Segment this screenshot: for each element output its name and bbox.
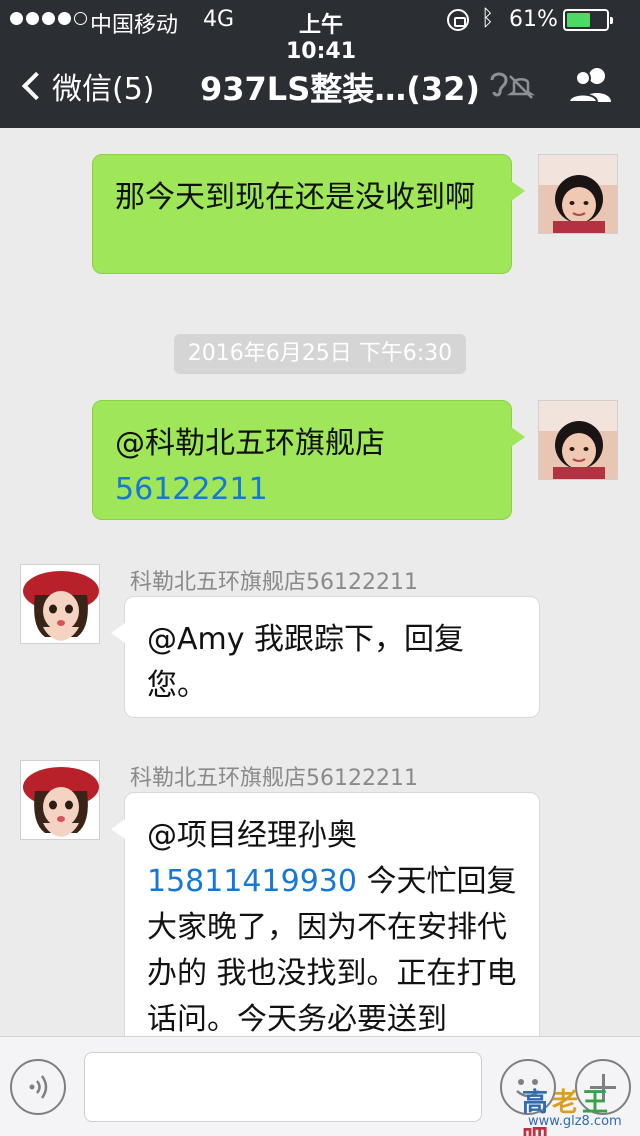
message-text: @项目经理孙奥 <box>147 818 357 853</box>
bluetooth-icon: ᛒ <box>481 6 495 31</box>
lock-rotation-icon <box>447 9 469 31</box>
message-bubble-outgoing[interactable]: @科勒北五环旗舰店 56122211 <box>92 400 525 520</box>
watermark-url: www.glz8.com <box>528 1114 622 1129</box>
avatar-contact[interactable] <box>20 564 100 644</box>
battery-fill <box>567 13 590 27</box>
phone-link[interactable]: 56122211 <box>115 472 268 507</box>
message-input[interactable] <box>84 1052 482 1122</box>
battery-percent: 61% <box>509 7 558 32</box>
mute-bell-icon <box>506 72 536 100</box>
back-button[interactable]: 微信(5) <box>20 64 155 108</box>
message-bubble-incoming[interactable]: @Amy 我跟踪下，回复您。 <box>111 596 540 718</box>
group-members-icon[interactable] <box>566 64 616 104</box>
voice-icon <box>29 1075 48 1099</box>
battery-icon <box>563 9 613 31</box>
signal-dots-icon <box>10 12 87 25</box>
voice-button[interactable] <box>10 1059 66 1115</box>
message-text: @科勒北五环旗舰店 <box>115 426 385 461</box>
network-type: 4G <box>203 7 235 32</box>
chat-area[interactable]: 那今天到现在还是没收到啊 2016年6月25日 下午6:30 @科勒北五环旗舰店… <box>0 128 640 1036</box>
back-label: 微信(5) <box>52 72 155 107</box>
top-bar: 中国移动 4G 上午10:41 ᛒ 61% 微信(5) 937LS整装…(32) <box>0 0 640 128</box>
avatar-self[interactable] <box>538 154 618 234</box>
timestamp-label: 2016年6月25日 下午6:30 <box>174 334 466 374</box>
sender-name: 科勒北五环旗舰店56122211 <box>130 570 418 595</box>
chat-title: 937LS整装…(32) <box>200 70 481 108</box>
back-chevron-icon <box>21 71 51 101</box>
watermark: 高老王吧 www.glz8.com <box>518 1082 638 1136</box>
message-bubble-incoming[interactable]: @项目经理孙奥 15811419930 今天忙回复大家晚了，因为不在安排代办的 … <box>111 792 540 1036</box>
phone-link[interactable]: 15811419930 <box>147 864 357 899</box>
carrier-label: 中国移动 <box>90 13 179 38</box>
status-bar: 中国移动 4G 上午10:41 ᛒ 61% <box>0 0 640 64</box>
avatar-contact[interactable] <box>20 760 100 840</box>
message-bubble-outgoing[interactable]: 那今天到现在还是没收到啊 <box>92 154 525 274</box>
nav-bar: 微信(5) 937LS整装…(32) <box>0 40 640 128</box>
message-text: 那今天到现在还是没收到啊 <box>115 180 475 215</box>
avatar-self[interactable] <box>538 400 618 480</box>
message-text: @Amy 我跟踪下，回复您。 <box>147 622 465 703</box>
sender-name: 科勒北五环旗舰店56122211 <box>130 766 418 791</box>
